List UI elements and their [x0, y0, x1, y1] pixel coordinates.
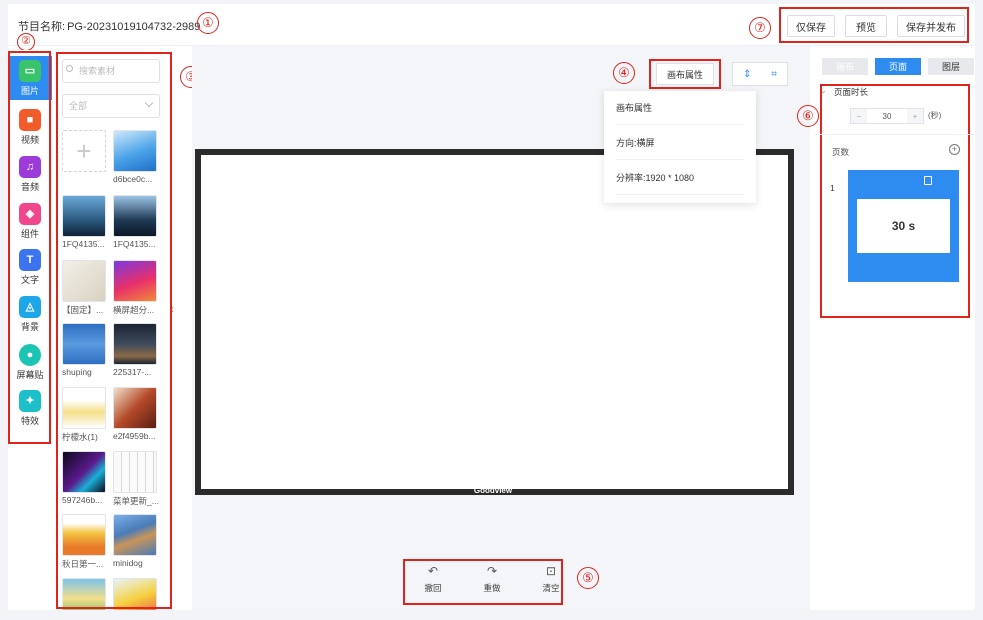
save-publish-button[interactable]: 保存并发布 — [897, 15, 965, 37]
duration-unit: (秒) — [928, 111, 942, 120]
right-panel: 画布 页面 图层 ⑥ ⌄ 页面时长 − 30 + (秒) 页数 + 1 30 s — [797, 46, 975, 610]
redo-label: 重做 — [483, 583, 501, 593]
preview-button[interactable]: 预览 — [845, 15, 887, 37]
dropdown-title: 画布属性 — [616, 91, 744, 125]
decrement-button[interactable]: − — [851, 109, 867, 123]
undo-button[interactable]: ↶ 撤回 — [412, 564, 454, 604]
duration-stepper[interactable]: − 30 + — [850, 108, 924, 124]
page-duration-title: 页面时长 — [834, 87, 869, 97]
undo-icon: ↶ — [427, 564, 439, 578]
clear-button[interactable]: ⊡ 清空 — [530, 564, 572, 604]
fit-height-icon[interactable]: ⇕ — [743, 69, 751, 80]
top-bar: 节目名称: PG-20231019104732-2989 ① ⑦ 仅保存 预览 保… — [8, 4, 975, 46]
dropdown-resolution: 分辨率:1920 * 1080 — [616, 161, 744, 195]
tab-layers[interactable]: 图层 — [928, 58, 974, 75]
annotation-7: ⑦ — [749, 17, 771, 39]
program-name: 节目名称: PG-20231019104732-2989 — [18, 18, 202, 34]
program-name-value: PG-20231019104732-2989 — [67, 21, 201, 33]
increment-button[interactable]: + — [907, 109, 923, 123]
clear-icon: ⊡ — [545, 564, 557, 578]
undo-label: 撤回 — [424, 583, 442, 593]
duration-value[interactable]: 30 — [867, 109, 907, 123]
fit-screen-icon[interactable]: ⌗ — [771, 69, 777, 80]
page-duration-badge: 30 s — [857, 199, 950, 253]
view-toggle: ⇕ ⌗ — [732, 62, 788, 86]
page-number: 1 — [830, 183, 835, 193]
annotation-box-3 — [56, 52, 172, 609]
tab-canvas[interactable]: 画布 — [822, 58, 868, 75]
add-page-icon[interactable]: + — [949, 144, 960, 155]
annotation-box-2 — [8, 51, 51, 444]
canvas-attributes-dropdown: 画布属性 方向:横屏 分辨率:1920 * 1080 — [604, 91, 756, 203]
annotation-2: ② — [17, 33, 35, 51]
redo-button[interactable]: ↷ 重做 — [471, 564, 513, 604]
canvas-stage: Goodview ④ 画布属性 ⇕ ⌗ 画布属性 方向:横屏 分辨率:1920 … — [192, 46, 810, 610]
annotation-4: ④ — [613, 62, 635, 84]
collapse-caret-icon[interactable]: ⌄ — [820, 86, 827, 95]
program-name-label: 节目名称: — [18, 21, 66, 33]
page-note-icon[interactable] — [924, 176, 932, 185]
divider — [814, 134, 975, 135]
page-thumbnail[interactable]: 30 s — [848, 170, 959, 282]
app-window: 节目名称: PG-20231019104732-2989 ① ⑦ 仅保存 预览 保… — [8, 4, 975, 610]
annotation-box-4 — [649, 59, 721, 89]
bottom-toolbar: ↶ 撤回 ↷ 重做 ⊡ 清空 — [412, 564, 572, 604]
top-actions: 仅保存 预览 保存并发布 — [787, 15, 965, 37]
annotation-6: ⑥ — [797, 105, 819, 127]
save-only-button[interactable]: 仅保存 — [787, 15, 835, 37]
tab-page[interactable]: 页面 — [875, 58, 921, 75]
annotation-5: ⑤ — [577, 567, 599, 589]
annotation-1: ① — [197, 12, 219, 34]
canvas-footer: Goodview — [473, 486, 513, 495]
clear-label: 清空 — [542, 583, 560, 593]
pages-title: 页数 — [832, 147, 850, 157]
right-tabs: 画布 页面 图层 — [822, 58, 974, 75]
redo-icon: ↷ — [486, 564, 498, 578]
dropdown-direction: 方向:横屏 — [616, 126, 744, 160]
